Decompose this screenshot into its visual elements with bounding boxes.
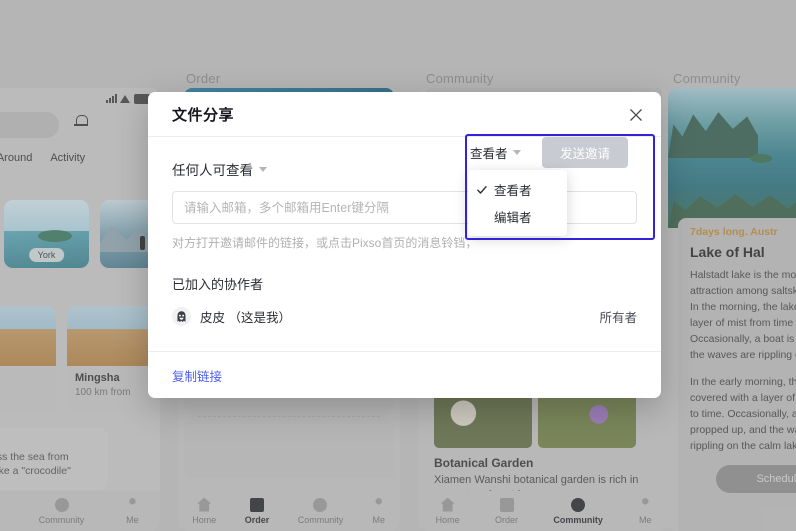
file-share-dialog: 文件分享 任何人可查看 对方打开邀请邮件的链接，或点击Pixso首页的消息铃铛，… [148, 92, 661, 398]
collaborator-row: 皮皮 （这是我） 所有者 [172, 306, 637, 326]
dialog-body: 任何人可查看 对方打开邀请邮件的链接，或点击Pixso首页的消息铃铛， 已加入的… [148, 134, 661, 326]
invite-row [172, 191, 637, 224]
check-icon [476, 184, 494, 196]
permission-scope-label: 任何人可查看 [172, 163, 253, 178]
role-select-dropdown[interactable]: 查看者 [470, 139, 526, 166]
collaborator-role: 所有者 [599, 310, 637, 325]
permission-scope-dropdown[interactable]: 任何人可查看 [172, 159, 267, 179]
ghost-avatar-icon [172, 306, 191, 326]
chevron-down-icon [259, 166, 267, 172]
role-dropdown-menu: 查看者 编辑者 [468, 170, 567, 236]
role-option-editor[interactable]: 编辑者 [468, 203, 567, 230]
close-icon[interactable] [625, 104, 647, 126]
invite-hint: 对方打开邀请邮件的链接，或点击Pixso首页的消息铃铛， [172, 236, 478, 250]
role-option-label: 编辑者 [494, 211, 532, 225]
dialog-header: 文件分享 [148, 92, 661, 137]
role-option-viewer[interactable]: 查看者 [468, 176, 567, 203]
copy-link-button[interactable]: 复制链接 [148, 366, 222, 385]
collaborators-section-title: 已加入的协作者 [172, 276, 264, 292]
email-input[interactable] [172, 191, 637, 224]
send-invite-button[interactable]: 发送邀请 [542, 137, 628, 168]
role-select-label: 查看者 [470, 147, 508, 161]
role-option-label: 查看者 [494, 184, 532, 198]
dialog-title: 文件分享 [172, 106, 235, 124]
chevron-down-icon [512, 150, 521, 155]
dialog-footer: 复制链接 [148, 351, 661, 398]
collaborator-name: 皮皮 （这是我） [200, 310, 291, 325]
